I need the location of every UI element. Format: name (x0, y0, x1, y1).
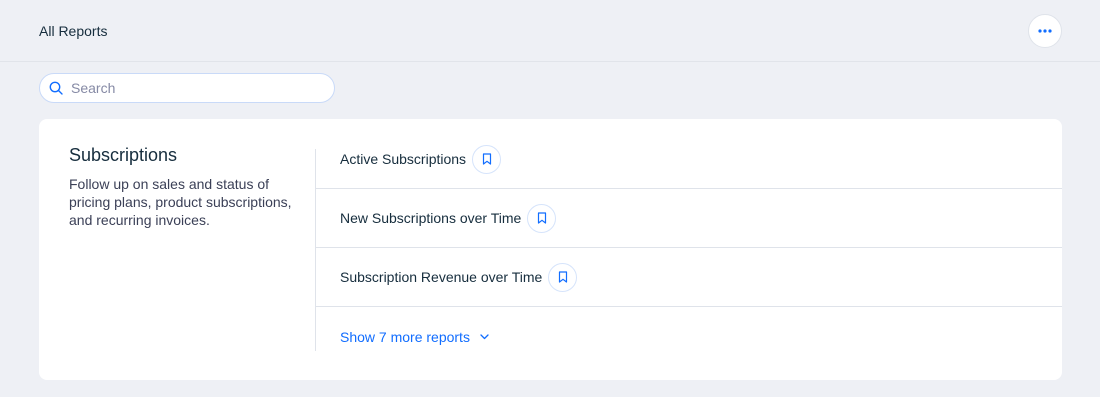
bookmark-button[interactable] (472, 144, 502, 174)
report-name[interactable]: New Subscriptions over Time (340, 210, 521, 226)
report-name[interactable]: Subscription Revenue over Time (340, 269, 542, 285)
page-title: All Reports (39, 22, 108, 39)
search-input[interactable] (71, 80, 321, 96)
report-row-active-subscriptions[interactable]: Active Subscriptions (316, 130, 1062, 189)
show-more-label[interactable]: Show 7 more reports (340, 329, 470, 345)
bookmark-button[interactable] (527, 203, 557, 233)
bookmark-icon (482, 153, 491, 165)
subscriptions-card: Subscriptions Follow up on sales and sta… (39, 119, 1062, 380)
top-bar: All Reports (0, 0, 1100, 62)
report-row-subscription-revenue[interactable]: Subscription Revenue over Time (316, 248, 1062, 307)
bookmark-icon (537, 212, 546, 224)
more-actions-button[interactable] (1028, 13, 1062, 48)
bookmark-icon (558, 271, 567, 283)
report-name[interactable]: Active Subscriptions (340, 151, 466, 167)
section-title: Subscriptions (69, 145, 178, 165)
search-icon (49, 81, 63, 95)
section-info: Subscriptions Follow up on sales and sta… (69, 145, 299, 229)
bookmark-button[interactable] (548, 262, 578, 292)
report-row-new-subscriptions[interactable]: New Subscriptions over Time (316, 189, 1062, 248)
section-description: Follow up on sales and status of pricing… (69, 176, 292, 228)
report-list: Active Subscriptions New Subscriptions o… (316, 130, 1062, 367)
more-horizontal-icon (1038, 28, 1052, 33)
chevron-down-icon (480, 334, 489, 340)
show-more-reports-button[interactable]: Show 7 more reports (316, 307, 1062, 367)
search-box (39, 73, 335, 103)
